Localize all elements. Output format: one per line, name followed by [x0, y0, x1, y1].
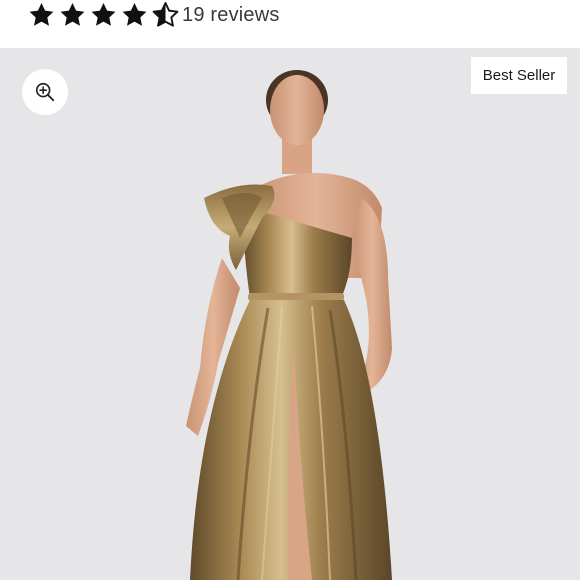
zoom-in-icon: [35, 82, 55, 102]
rating-bar: 19 reviews: [0, 0, 580, 48]
star-rating: [26, 1, 181, 29]
best-seller-badge: Best Seller: [471, 57, 567, 94]
star-icon: [91, 2, 116, 26]
star-icon: [122, 2, 147, 26]
zoom-button[interactable]: [22, 69, 68, 115]
reviews-link[interactable]: 19 reviews: [182, 3, 280, 27]
star-half-icon: [152, 2, 179, 27]
star-icon: [60, 2, 85, 26]
product-photo: [186, 70, 392, 580]
star-icon: [29, 2, 54, 26]
product-image-gallery[interactable]: Best Seller: [0, 48, 580, 580]
